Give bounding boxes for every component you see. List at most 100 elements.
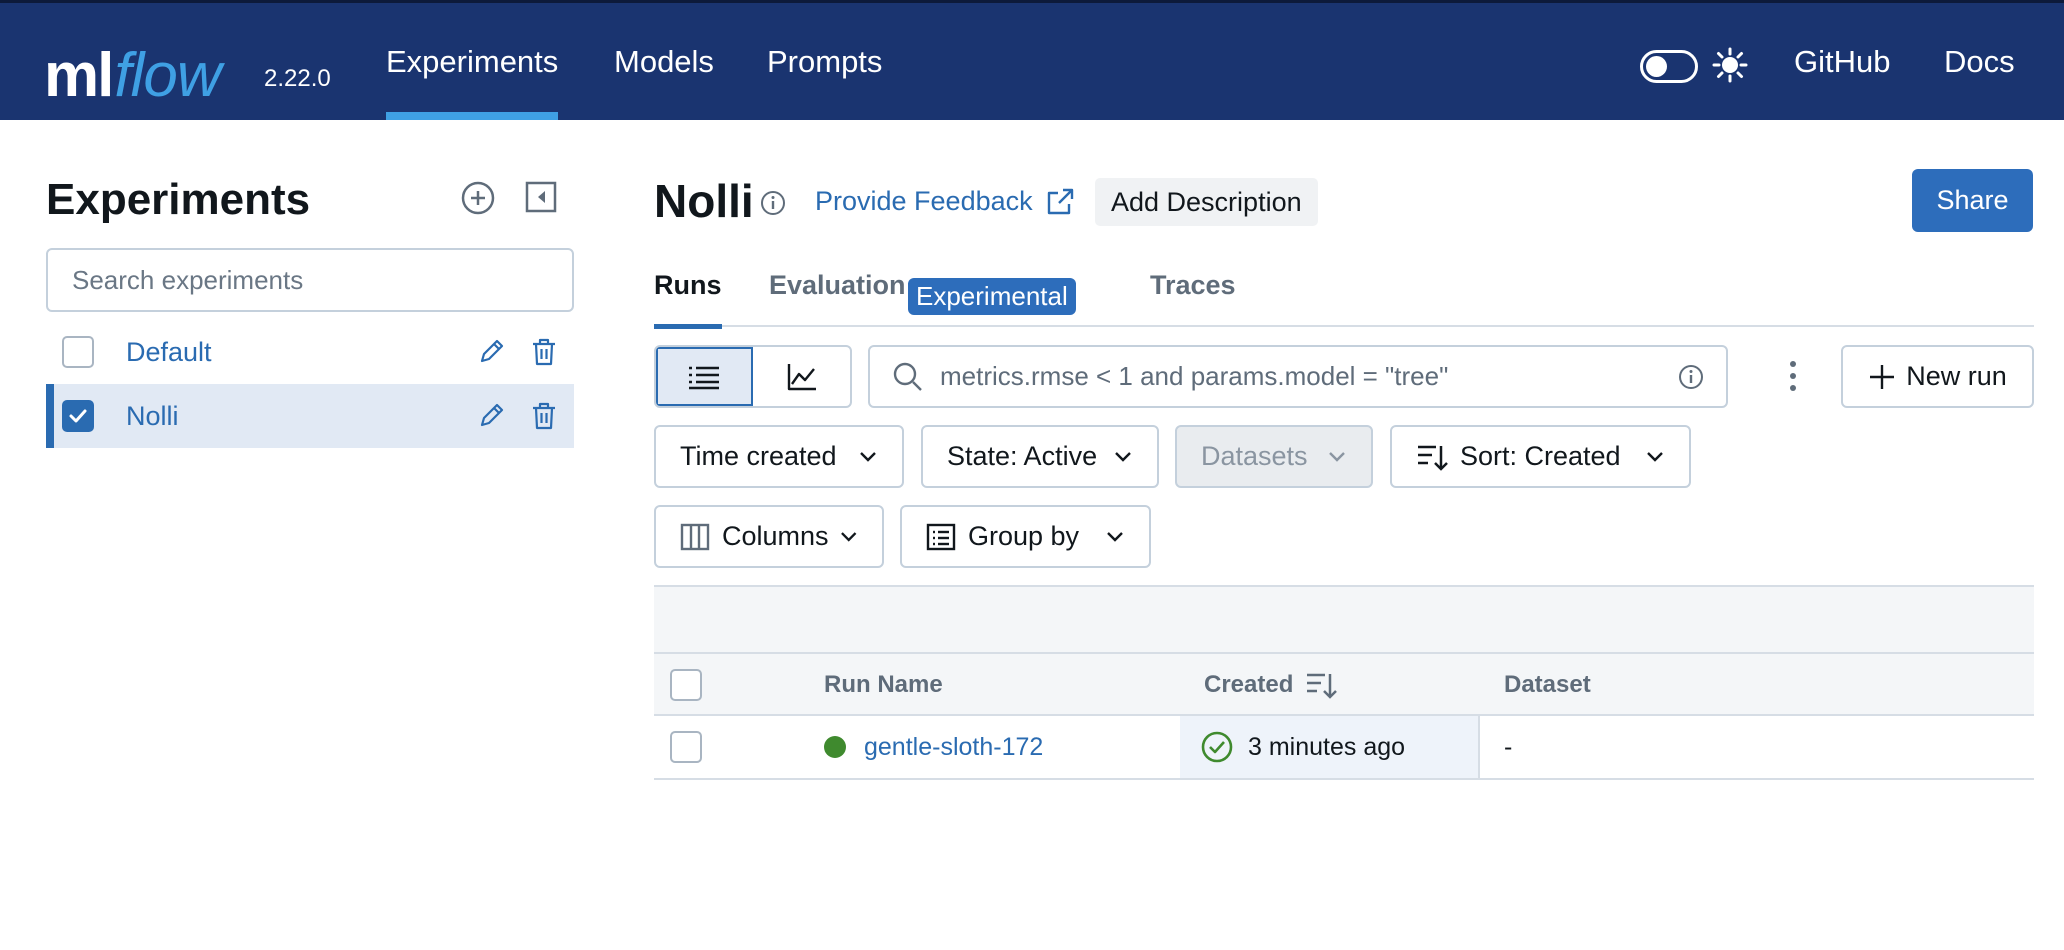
nav-experiments[interactable]: Experiments [386, 3, 559, 120]
experiment-search-input[interactable]: Search experiments [46, 248, 574, 312]
edit-icon[interactable] [478, 401, 506, 429]
column-run-name[interactable]: Run Name [824, 654, 943, 716]
plus-circle-icon [461, 181, 495, 215]
sort-dropdown[interactable]: Sort: Created [1390, 425, 1691, 488]
sort-icon [1418, 445, 1448, 471]
trash-icon[interactable] [530, 401, 558, 431]
chevron-down-icon [840, 531, 856, 542]
create-experiment-button[interactable] [460, 180, 496, 216]
table-row[interactable]: gentle-sloth-172 3 minutes ago - [654, 716, 2034, 780]
plus-icon [1870, 364, 1895, 389]
trash-icon[interactable] [530, 337, 558, 367]
state-dropdown[interactable]: State: Active [921, 425, 1159, 488]
chevron-down-icon [1647, 451, 1663, 462]
share-button[interactable]: Share [1912, 169, 2033, 232]
mlflow-logo[interactable]: ml flow [44, 17, 222, 110]
nav-models[interactable]: Models [614, 3, 714, 120]
chevron-down-icon [1115, 451, 1131, 462]
created-cell: 3 minutes ago [1180, 716, 1480, 778]
state-label: State: Active [947, 441, 1098, 471]
group-by-dropdown[interactable]: Group by [900, 505, 1151, 568]
chart-view-button[interactable] [753, 347, 850, 406]
columns-dropdown[interactable]: Columns [654, 505, 884, 568]
external-link-icon [1047, 188, 1073, 214]
run-name-cell: gentle-sloth-172 [824, 716, 1043, 778]
select-all-checkbox[interactable] [670, 654, 702, 716]
sun-icon [1712, 47, 1748, 83]
chevron-down-icon [1329, 451, 1345, 462]
experimental-badge: Experimental [908, 278, 1076, 315]
column-created[interactable]: Created [1204, 654, 1338, 716]
experiment-checkbox-checked[interactable] [62, 400, 94, 432]
logo-text-ml: ml [44, 41, 114, 110]
info-icon[interactable] [1678, 364, 1704, 390]
datasets-dropdown[interactable]: Datasets [1175, 425, 1373, 488]
table-header: Run Name Created Dataset [654, 652, 2034, 716]
edit-icon[interactable] [478, 337, 506, 365]
time-created-dropdown[interactable]: Time created [654, 425, 904, 488]
line-chart-icon [787, 363, 816, 390]
check-circle-icon [1201, 731, 1233, 763]
experiment-item-nolli[interactable]: Nolli [46, 384, 574, 448]
experiment-actions [478, 401, 558, 431]
table-group-header [654, 585, 2034, 652]
sidebar-collapse-icon [525, 181, 557, 213]
created-value: 3 minutes ago [1248, 732, 1406, 761]
top-navbar: ml flow 2.22.0 Experiments Models Prompts… [0, 0, 2064, 120]
group-icon [926, 523, 956, 550]
experiment-actions [478, 337, 558, 367]
chevron-down-icon [860, 451, 876, 462]
version-label: 2.22.0 [264, 65, 331, 92]
columns-icon [680, 523, 710, 550]
feedback-label: Provide Feedback [815, 186, 1033, 216]
time-created-label: Time created [680, 441, 837, 471]
experiment-name[interactable]: Nolli [126, 401, 179, 432]
experiment-tabs: Runs Evaluation Traces [654, 270, 2034, 329]
nav-experiments-label: Experiments [386, 43, 559, 79]
experiment-name[interactable]: Default [126, 337, 212, 368]
list-icon [688, 366, 719, 389]
page-title: Nolli [654, 175, 754, 227]
checkmark-icon [69, 409, 87, 423]
info-icon[interactable] [760, 190, 786, 216]
theme-toggle[interactable] [1640, 50, 1698, 83]
add-description-button[interactable]: Add Description [1095, 178, 1318, 226]
nav-prompts-label: Prompts [767, 43, 883, 79]
run-status-dot [824, 736, 846, 758]
sort-label: Sort: Created [1460, 441, 1621, 471]
sort-icon [1307, 673, 1338, 699]
sidebar-title: Experiments [46, 175, 311, 224]
nav-prompts[interactable]: Prompts [767, 3, 882, 120]
table-view-button[interactable] [656, 347, 753, 406]
dataset-cell: - [1504, 732, 1513, 761]
tab-runs[interactable]: Runs [654, 270, 722, 329]
search-icon [893, 362, 922, 391]
nav-github-label: GitHub [1794, 43, 1891, 79]
collapse-sidebar-button[interactable] [524, 180, 558, 214]
new-run-label: New run [1906, 361, 2007, 391]
datasets-label: Datasets [1201, 441, 1308, 471]
tab-traces[interactable]: Traces [1150, 270, 1236, 327]
provide-feedback-link[interactable]: Provide Feedback [815, 186, 1075, 217]
column-dataset[interactable]: Dataset [1504, 654, 1591, 716]
run-search-input[interactable]: metrics.rmse < 1 and params.model = "tre… [868, 345, 1728, 408]
row-checkbox[interactable] [670, 716, 702, 778]
run-name-link[interactable]: gentle-sloth-172 [864, 733, 1043, 762]
chevron-down-icon [1107, 531, 1123, 542]
columns-label: Columns [722, 521, 829, 551]
nav-docs[interactable]: Docs [1944, 3, 2015, 120]
group-by-label: Group by [968, 521, 1080, 551]
nav-models-label: Models [614, 43, 714, 79]
nav-docs-label: Docs [1944, 43, 2015, 79]
toggle-knob [1646, 56, 1667, 77]
new-run-button[interactable]: New run [1841, 345, 2034, 408]
experiment-checkbox[interactable] [62, 336, 94, 368]
tab-evaluation[interactable]: Evaluation [769, 270, 906, 327]
experiment-item-default[interactable]: Default [46, 320, 574, 384]
nav-github[interactable]: GitHub [1794, 3, 1890, 120]
search-placeholder: Search experiments [72, 264, 304, 295]
logo-text-flow: flow [114, 41, 221, 110]
more-options-icon[interactable] [1783, 358, 1803, 394]
column-created-label: Created [1204, 671, 1294, 698]
search-value: metrics.rmse < 1 and params.model = "tre… [940, 361, 1449, 391]
